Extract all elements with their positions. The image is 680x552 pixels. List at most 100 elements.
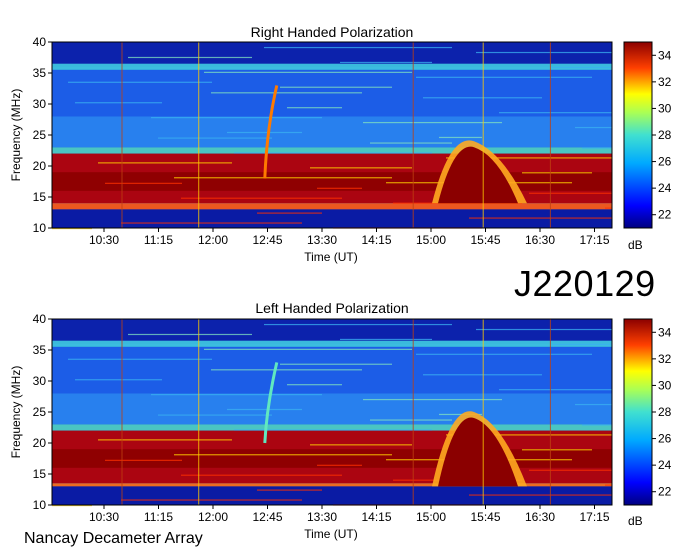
top-y-tick-label: 20 bbox=[33, 159, 47, 173]
bottom-streak bbox=[151, 394, 322, 396]
top-colorbar-tick-label: 24 bbox=[658, 181, 672, 195]
bottom-streak bbox=[174, 454, 392, 456]
bottom-streak bbox=[257, 489, 322, 491]
top-x-tick-label: 11:15 bbox=[144, 233, 173, 247]
bottom-streak bbox=[552, 343, 612, 345]
bottom-panel: 10 15 20 25 30 35 40 10:30 11:15 12:00 12:45 13:30 1… bbox=[33, 312, 672, 524]
top-streak bbox=[204, 71, 412, 73]
bottom-streak bbox=[105, 459, 182, 461]
top-colorbar-tick-label: 32 bbox=[658, 75, 672, 89]
bottom-streak bbox=[575, 403, 612, 406]
top-streak bbox=[174, 177, 392, 179]
bottom-y-tick-label: 30 bbox=[33, 374, 47, 388]
top-streak bbox=[227, 131, 302, 134]
top-frequency-band-7 bbox=[52, 203, 612, 210]
top-streak bbox=[234, 152, 432, 154]
bottom-streak bbox=[529, 469, 612, 471]
bottom-x-tick-label: 17:15 bbox=[579, 510, 609, 524]
top-colorbar-tick-label: 34 bbox=[658, 48, 672, 62]
bottom-y-tick-label: 15 bbox=[33, 467, 47, 481]
top-streak bbox=[363, 121, 502, 124]
bottom-streak bbox=[582, 424, 612, 426]
instrument-label: Nancay Decameter Array bbox=[24, 530, 203, 547]
bottom-streak bbox=[121, 499, 302, 501]
top-streak bbox=[264, 46, 452, 49]
bottom-streak bbox=[605, 484, 612, 486]
top-streak bbox=[105, 182, 182, 184]
bottom-colorbar bbox=[623, 318, 653, 506]
top-streak bbox=[181, 197, 342, 199]
bottom-colorbar-tick-label: 24 bbox=[658, 458, 672, 472]
bottom-x-tick-label: 14:15 bbox=[361, 510, 391, 524]
top-y-tick-label: 35 bbox=[33, 66, 47, 80]
bottom-y-tick-label: 25 bbox=[33, 405, 47, 419]
bottom-streak bbox=[98, 439, 232, 441]
top-streak bbox=[499, 112, 612, 114]
top-streak bbox=[287, 107, 342, 109]
top-streak bbox=[310, 167, 412, 169]
top-x-axis-label: Time (UT) bbox=[304, 250, 358, 264]
top-streak bbox=[340, 61, 432, 64]
top-y-axis-label: Frequency (MHz) bbox=[9, 88, 23, 182]
top-y-tick-label: 10 bbox=[33, 221, 47, 235]
top-streak bbox=[257, 212, 322, 214]
top-streak bbox=[68, 81, 212, 83]
top-streak bbox=[317, 187, 362, 189]
top-streak bbox=[211, 92, 362, 94]
bottom-x-tick-label: 11:15 bbox=[144, 510, 173, 524]
top-streak bbox=[476, 51, 612, 54]
top-frequency-band-3 bbox=[52, 116, 612, 148]
bottom-streak bbox=[340, 338, 432, 341]
observation-id: J220129 bbox=[514, 263, 656, 304]
bottom-x-tick-label: 10:30 bbox=[89, 510, 119, 524]
top-streak bbox=[98, 162, 232, 164]
top-x-tick-label: 10:30 bbox=[89, 233, 119, 247]
top-x-tick-label: 15:00 bbox=[416, 233, 446, 247]
bottom-frequency-band-8 bbox=[52, 486, 612, 505]
bottom-streak bbox=[499, 389, 612, 391]
top-colorbar-unit: dB bbox=[628, 238, 643, 252]
top-streak bbox=[280, 86, 392, 88]
bottom-streak bbox=[128, 333, 252, 336]
bottom-streak bbox=[423, 374, 542, 376]
bottom-streak bbox=[280, 363, 392, 365]
top-x-tick-label: 13:30 bbox=[307, 233, 337, 247]
top-streak bbox=[128, 56, 252, 59]
bottom-y-tick-label: 40 bbox=[33, 312, 47, 326]
bottom-frequency-band-3 bbox=[52, 393, 612, 425]
top-streak bbox=[439, 136, 482, 139]
top-colorbar-tick-label: 22 bbox=[658, 208, 672, 222]
bottom-streak bbox=[476, 328, 612, 331]
top-frequency-band-1 bbox=[52, 63, 612, 70]
top-x-tick-label: 14:15 bbox=[361, 233, 391, 247]
bottom-frequency-band-1 bbox=[52, 340, 612, 347]
top-streak bbox=[423, 97, 542, 99]
top-streak bbox=[575, 126, 612, 129]
top-streak bbox=[605, 207, 612, 209]
top-y-tick-label: 15 bbox=[33, 190, 47, 204]
top-x-tick-label: 12:45 bbox=[252, 233, 282, 247]
top-chart-title: Right Handed Polarization bbox=[250, 24, 414, 40]
bottom-streak bbox=[75, 379, 162, 381]
top-streak bbox=[121, 222, 302, 224]
bottom-colorbar-tick-label: 26 bbox=[658, 432, 672, 446]
bottom-x-tick-label: 12:00 bbox=[198, 510, 228, 524]
bottom-y-tick-label: 20 bbox=[33, 436, 47, 450]
top-x-tick-label: 17:15 bbox=[579, 233, 609, 247]
top-streak bbox=[151, 117, 322, 119]
bottom-x-tick-label: 16:30 bbox=[525, 510, 555, 524]
top-colorbar-tick-label: 28 bbox=[658, 128, 672, 142]
top-streak bbox=[416, 76, 592, 78]
top-frequency-band-0 bbox=[52, 42, 612, 67]
bottom-x-tick-label: 13:30 bbox=[307, 510, 337, 524]
bottom-streak bbox=[204, 348, 412, 350]
bottom-x-tick-label: 15:00 bbox=[416, 510, 446, 524]
top-streak bbox=[582, 147, 612, 149]
top-streak bbox=[522, 172, 592, 174]
top-x-tick-label: 16:30 bbox=[525, 233, 555, 247]
top-panel: 10 15 20 25 30 35 40 10:30 11:15 12:00 12:45 13:30 1… bbox=[33, 35, 672, 247]
bottom-y-tick-label: 35 bbox=[33, 343, 47, 357]
bottom-colorbar-tick-label: 22 bbox=[658, 485, 672, 499]
top-y-tick-label: 30 bbox=[33, 97, 47, 111]
bottom-x-axis-label: Time (UT) bbox=[304, 527, 358, 541]
